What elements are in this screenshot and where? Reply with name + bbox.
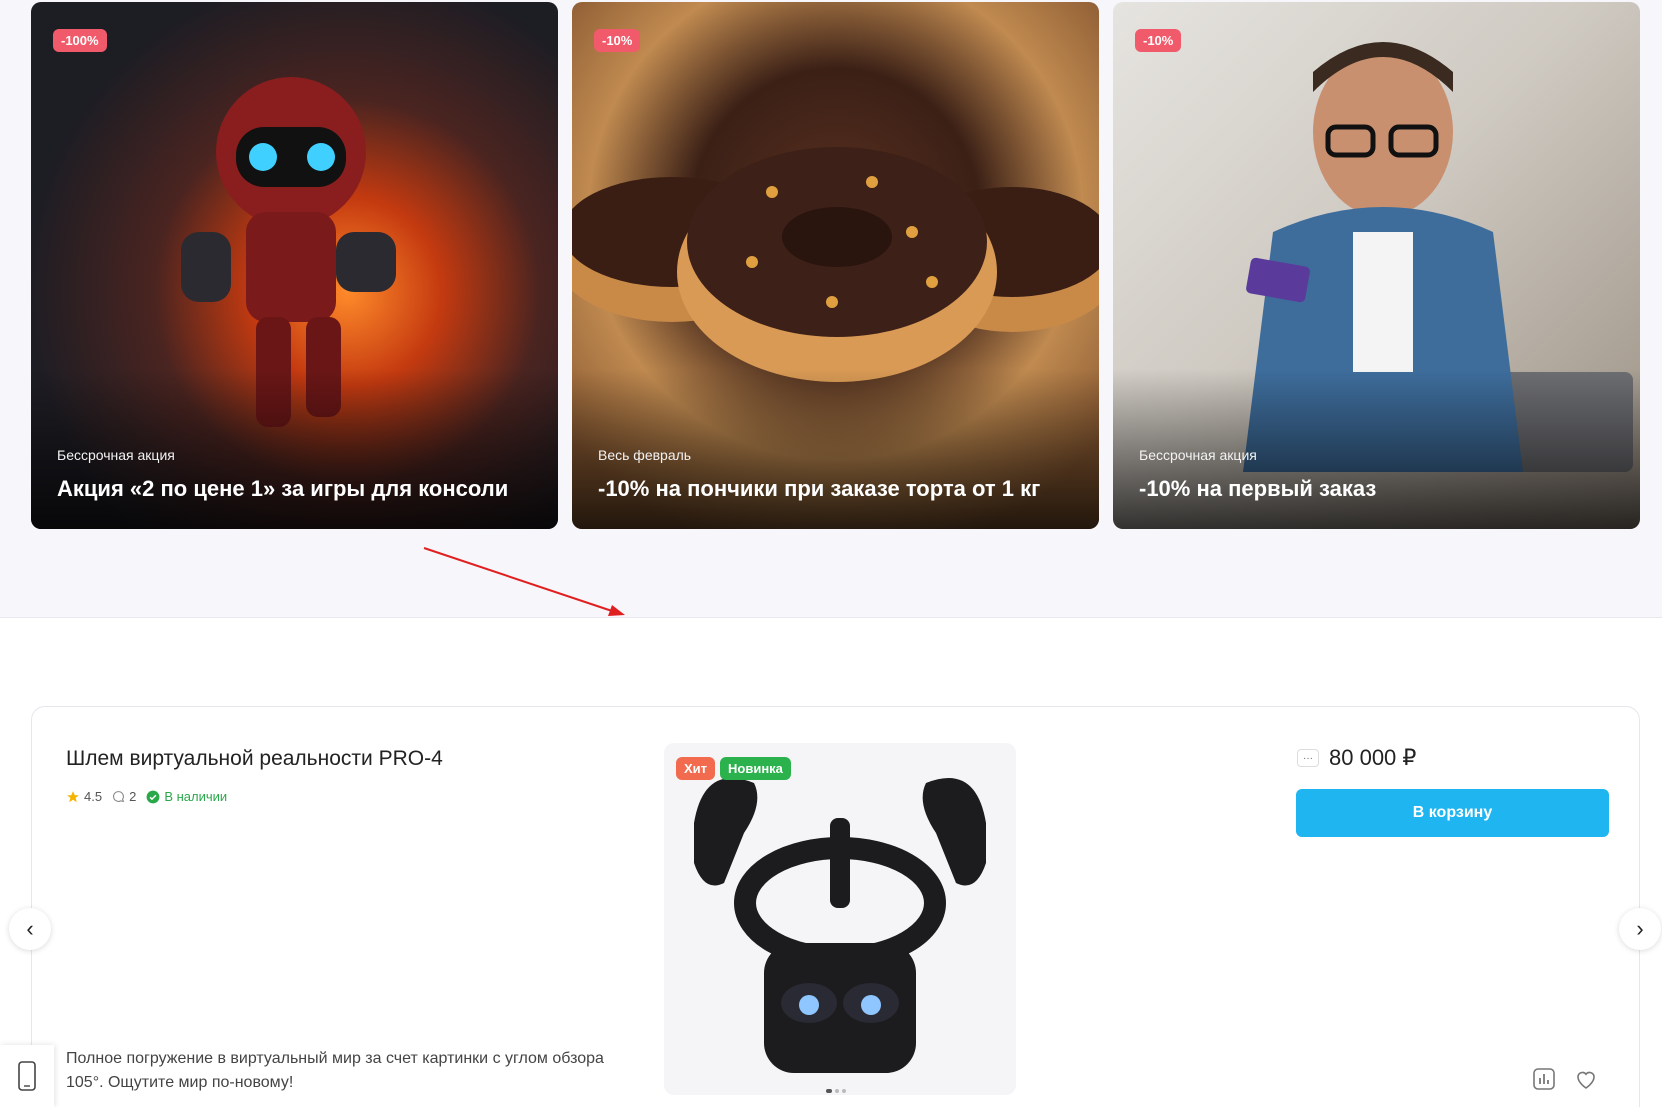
star-icon	[67, 790, 79, 802]
vr-headset-image	[694, 778, 986, 1073]
discount-badge: -10%	[594, 29, 641, 52]
carousel-prev-button[interactable]: ‹	[9, 908, 51, 950]
product-card: Шлем виртуальной реальности PRO-4 4.5 2 …	[31, 706, 1640, 1107]
rating-value: 4.5	[84, 789, 103, 804]
heart-icon[interactable]	[1574, 1067, 1598, 1091]
discount-badge: -100%	[53, 29, 107, 52]
pagination-dot[interactable]	[826, 1089, 832, 1093]
comment-icon	[113, 791, 125, 803]
price-row: ··· 80 000 ₽	[1297, 745, 1416, 771]
phone-icon	[18, 1061, 36, 1091]
carousel-next-button[interactable]: ›	[1619, 908, 1661, 950]
discount-badge: -10%	[1135, 29, 1182, 52]
stock-label: В наличии	[164, 789, 228, 804]
promo-section: -100% Бессрочная акция Акция «2 по цене …	[0, 0, 1662, 618]
promo-subtitle: Бессрочная акция	[57, 447, 175, 463]
add-to-cart-button[interactable]: В корзину	[1296, 789, 1609, 837]
reviews-count: 2	[129, 789, 137, 804]
pagination-dot[interactable]	[835, 1089, 839, 1093]
image-pagination[interactable]	[826, 1089, 846, 1093]
rating: 4.5	[66, 789, 102, 804]
promo-title: Акция «2 по цене 1» за игры для консоли	[57, 476, 509, 501]
promo-title: -10% на пончики при заказе торта от 1 кг	[598, 476, 1041, 501]
more-options-button[interactable]: ···	[1297, 749, 1319, 767]
product-name[interactable]: Шлем виртуальной реальности PRO-4	[66, 747, 443, 771]
promo-card-first-order[interactable]: -10% Бессрочная акция -10% на первый зак…	[1113, 2, 1640, 529]
hit-badge: Хит	[676, 757, 716, 780]
reviews[interactable]: 2	[112, 789, 136, 804]
stock-status: В наличии	[146, 789, 227, 804]
promo-card-console-games[interactable]: -100% Бессрочная акция Акция «2 по цене …	[31, 2, 558, 529]
promo-subtitle: Бессрочная акция	[1139, 447, 1257, 463]
check-circle-icon	[146, 790, 160, 803]
product-actions	[1532, 1067, 1598, 1091]
compare-icon[interactable]	[1532, 1067, 1556, 1091]
promo-card-donuts[interactable]: -10% Весь февраль -10% на пончики при за…	[572, 2, 1099, 529]
promo-title: -10% на первый заказ	[1139, 476, 1377, 501]
promo-subtitle: Весь февраль	[598, 447, 692, 463]
product-meta: 4.5 2 В наличии	[66, 789, 227, 804]
pagination-dot[interactable]	[842, 1089, 846, 1093]
product-image[interactable]: Хит Новинка	[664, 743, 1016, 1095]
product-price: 80 000 ₽	[1329, 745, 1417, 770]
phone-widget[interactable]	[0, 1045, 54, 1107]
product-description: Полное погружение в виртуальный мир за с…	[66, 1050, 604, 1091]
new-badge: Новинка	[720, 757, 791, 780]
